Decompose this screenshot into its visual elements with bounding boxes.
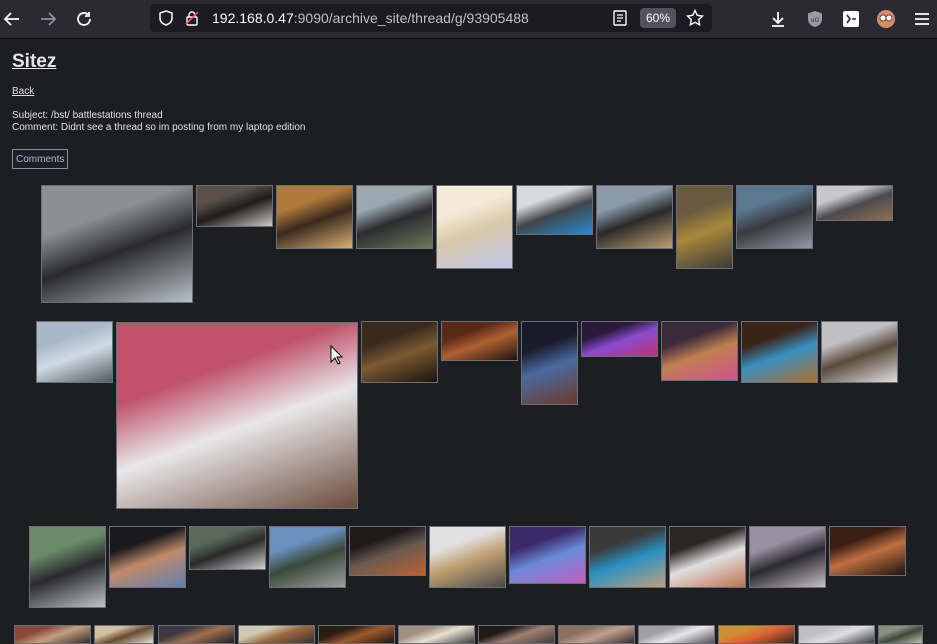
gallery-thumbnail[interactable]	[718, 625, 795, 644]
gallery-thumbnail[interactable]	[638, 625, 715, 644]
url-bar[interactable]: 192.168.0.47:9090/archive_site/thread/g/…	[150, 4, 712, 32]
thread-subject: Subject: /bst/ battlestations thread	[12, 110, 163, 121]
gallery-thumbnail[interactable]	[878, 625, 923, 644]
gallery-thumbnail[interactable]	[749, 526, 826, 588]
gallery-thumbnail[interactable]	[14, 625, 91, 644]
browser-toolbar: 192.168.0.47:9090/archive_site/thread/g/…	[0, 0, 937, 39]
gallery-thumbnail[interactable]	[741, 321, 818, 383]
gallery-thumbnail[interactable]	[36, 321, 113, 383]
gallery-thumbnail[interactable]	[478, 625, 555, 644]
ublock-icon[interactable]: uO	[803, 7, 827, 31]
reader-view-icon[interactable]	[612, 10, 628, 30]
gallery-thumbnail[interactable]	[521, 321, 578, 405]
svg-text:uO: uO	[811, 17, 820, 24]
bookmark-star-icon[interactable]	[685, 8, 705, 31]
gallery-thumbnail[interactable]	[516, 185, 593, 235]
gallery-thumbnail[interactable]	[196, 185, 273, 227]
gallery-thumbnail[interactable]	[669, 526, 746, 588]
gallery-thumbnail[interactable]	[816, 185, 893, 221]
gallery-thumbnail[interactable]	[29, 526, 106, 608]
gallery-thumbnail[interactable]	[596, 185, 673, 249]
gallery-thumbnail[interactable]	[318, 625, 395, 644]
gallery-thumbnail[interactable]	[509, 526, 586, 584]
gallery-thumbnail[interactable]	[361, 321, 438, 383]
gallery-thumbnail[interactable]	[109, 526, 186, 588]
gallery-thumbnail[interactable]	[821, 321, 898, 383]
gallery-thumbnail[interactable]	[158, 625, 235, 644]
gallery-thumbnail[interactable]	[441, 321, 518, 361]
forward-arrow-icon[interactable]	[36, 7, 60, 31]
gallery-thumbnail[interactable]	[238, 625, 315, 644]
tracking-shield-icon[interactable]	[158, 10, 174, 30]
page-content: Sitez Back Subject: /bst/ battlestations…	[0, 39, 937, 644]
gallery-thumbnail[interactable]	[798, 625, 875, 644]
back-arrow-icon[interactable]	[0, 7, 24, 31]
gallery-thumbnail[interactable]	[349, 526, 426, 576]
gallery-thumbnail[interactable]	[41, 185, 193, 303]
back-link[interactable]: Back	[12, 86, 34, 97]
url-text[interactable]: 192.168.0.47:9090/archive_site/thread/g/…	[212, 10, 529, 26]
gallery-thumbnail[interactable]	[356, 185, 433, 249]
gallery-thumbnail[interactable]	[429, 526, 506, 588]
url-path: :9090/archive_site/thread/g/93905488	[293, 10, 529, 26]
gallery-thumbnail[interactable]	[436, 185, 513, 269]
site-title-link[interactable]: Sitez	[12, 51, 56, 73]
gallery-thumbnail[interactable]	[276, 185, 353, 249]
gallery-thumbnail[interactable]	[398, 625, 475, 644]
zoom-level-badge[interactable]: 60%	[640, 8, 676, 28]
gallery-thumbnail[interactable]	[736, 185, 813, 249]
downloads-icon[interactable]	[766, 7, 790, 31]
gallery-thumbnail[interactable]	[676, 185, 733, 269]
gallery-thumbnail[interactable]	[189, 526, 266, 570]
reload-icon[interactable]	[72, 7, 96, 31]
comments-button[interactable]: Comments	[12, 149, 69, 169]
gallery-thumbnail[interactable]	[558, 625, 635, 644]
mouse-cursor-icon	[330, 344, 344, 369]
insecure-lock-icon[interactable]	[184, 10, 200, 30]
gallery-thumbnail[interactable]	[94, 625, 154, 644]
account-avatar-icon[interactable]	[874, 7, 898, 31]
extension-icon[interactable]	[839, 7, 863, 31]
hamburger-menu-icon[interactable]	[910, 7, 934, 31]
gallery-thumbnail[interactable]	[581, 321, 658, 357]
gallery-thumbnail[interactable]	[116, 322, 358, 509]
gallery-thumbnail[interactable]	[269, 526, 346, 588]
url-host: 192.168.0.47	[212, 10, 294, 26]
thread-comment: Comment: Didnt see a thread so im postin…	[12, 122, 306, 133]
gallery-thumbnail[interactable]	[661, 321, 738, 381]
gallery-thumbnail[interactable]	[829, 526, 906, 576]
gallery-thumbnail[interactable]	[589, 526, 666, 588]
